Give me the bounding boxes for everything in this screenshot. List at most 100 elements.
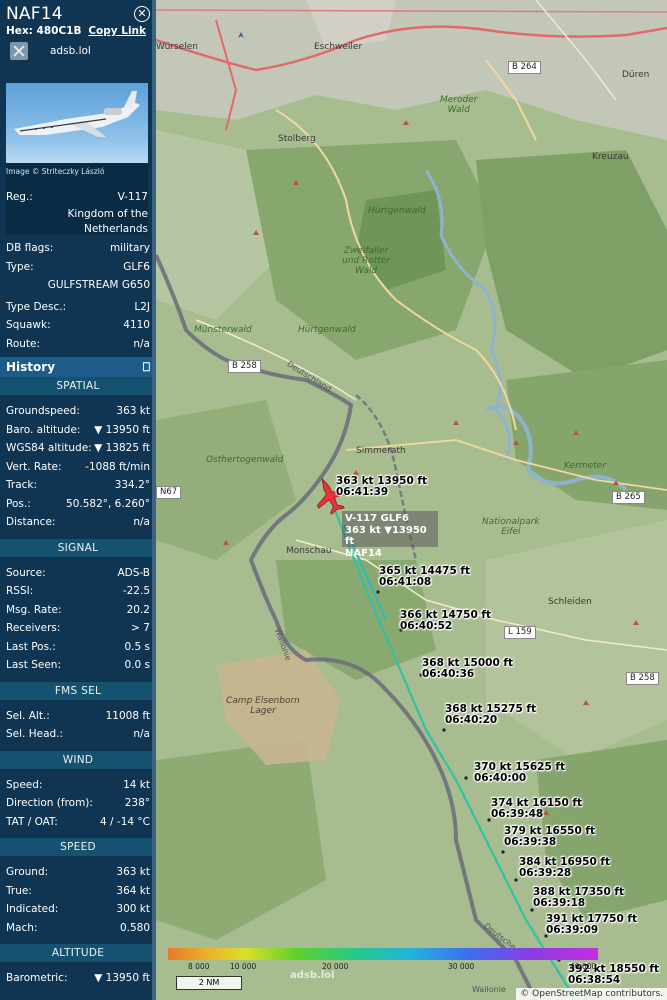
signal-value: -22.5	[122, 585, 150, 597]
speed-label: Indicated:	[6, 903, 59, 915]
speed-value: 300 kt	[116, 903, 150, 915]
dbflags-value: military	[109, 242, 150, 254]
altitude-rows: Barometric: ▼ 13950 ft	[0, 969, 156, 988]
history-toggle[interactable]: History ⎕	[0, 357, 156, 377]
map-attribution[interactable]: © OpenStreetMap contributors.	[516, 988, 667, 1000]
wind-row: Direction (from): 238°	[0, 794, 156, 813]
park-line2: Eifel	[501, 527, 521, 537]
altitude-color-legend	[168, 948, 598, 960]
track-point-label: 366 kt 14750 ft 06:40:52	[400, 610, 491, 632]
legend-tick-label: 30 000	[448, 962, 475, 971]
camp-line1: Camp Elsenborn	[226, 696, 300, 706]
speed-row: Ground: 363 kt	[0, 863, 156, 882]
wind-section-title: WIND	[0, 750, 156, 769]
signal-value: ADS-B	[117, 566, 150, 579]
source-site-link[interactable]: adsb.lol	[50, 45, 91, 57]
road-b258-south: B 258	[626, 672, 659, 685]
fms-row: Sel. Head.: n/a	[0, 725, 156, 744]
signal-label: Msg. Rate:	[6, 603, 62, 616]
hex-code: Hex: 480C1B	[6, 25, 82, 37]
map-scale: 2 NM	[176, 976, 242, 990]
place-schleiden: Schleiden	[548, 597, 592, 607]
spatial-value: n/a	[133, 516, 150, 528]
place-wurselen: Würselen	[156, 42, 198, 52]
signal-section-title: SIGNAL	[0, 538, 156, 557]
squawk-row: Squawk: 4110	[0, 316, 156, 335]
park-line1: Nationalpark	[482, 517, 540, 527]
fms-section-title: FMS SEL	[0, 681, 156, 700]
spatial-row: Groundspeed: 363 kt	[0, 402, 156, 421]
track-point-label: 384 kt 16950 ft 06:39:28	[519, 857, 610, 879]
spatial-value: 334.2°	[114, 479, 150, 491]
signal-label: Last Pos.:	[6, 640, 56, 653]
wind-value: 14 kt	[123, 778, 150, 791]
speed-row: Indicated: 300 kt	[0, 900, 156, 919]
road-b265: B 265	[612, 491, 645, 504]
legend-tick-label: 40 000	[570, 962, 597, 971]
forest-hurtgenwald-1: Hürtgenwald	[368, 206, 426, 216]
spatial-row: Vert. Rate: -1088 ft/min	[0, 458, 156, 477]
wind-value: 4 / -14 °C	[100, 815, 150, 828]
map-view[interactable]: Würselen Eschweiler Düren Stolberg Kreuz…	[156, 0, 667, 1000]
road-n67: N67	[156, 486, 182, 499]
dbflags-label: DB flags:	[6, 242, 54, 254]
panel-header: NAF14 ✕ Hex: 480C1B Copy Link adsb.lol	[0, 0, 156, 60]
route-value: n/a	[133, 337, 150, 350]
type-value: GLF6	[123, 260, 150, 273]
track-point-label: 374 kt 16150 ft 06:39:48	[491, 798, 582, 820]
forest-hurtgenwald-2: Hürtgenwald	[298, 325, 356, 335]
type-name-row: GULFSTREAM G650	[0, 276, 156, 295]
aircraft-photo[interactable]	[6, 83, 148, 163]
track-point-time: 06:39:48	[491, 808, 544, 820]
selected-aircraft-label[interactable]: V-117 GLF6 363 kt ▼13950 ft NAF14	[342, 511, 438, 559]
dbflags-row: DB flags: military	[0, 239, 156, 258]
track-point-time: 06:41:39	[336, 486, 389, 498]
signal-label: RSSI:	[6, 585, 34, 597]
photo-credit: Image © Striteczky László	[6, 167, 105, 176]
spatial-label: Pos.:	[6, 497, 31, 510]
callsign-title: NAF14	[6, 4, 63, 24]
spatial-row: Track: 334.2°	[0, 476, 156, 495]
wind-rows: Speed: 14 kt Direction (from): 238° TAT / OA…	[0, 776, 156, 832]
speed-label: Mach:	[6, 921, 38, 934]
forest-zweifaller: Zweifaller und Rotter Wald	[342, 246, 390, 276]
track-point-label: 365 kt 14475 ft 06:41:08	[379, 566, 470, 588]
place-stolberg: Stolberg	[278, 134, 316, 144]
copy-link[interactable]: Copy Link	[88, 25, 146, 37]
forest-meroder-line1: Meroder	[440, 95, 478, 105]
jet-photo-icon	[14, 91, 140, 137]
close-button[interactable]: ✕	[134, 6, 150, 22]
speed-rows: Ground: 363 kt True: 364 kt Indicated: 300 kt…	[0, 863, 156, 937]
track-point-label: 368 kt 15000 ft 06:40:36	[422, 658, 513, 680]
aircraft-photo-box: Image © Striteczky László Reg.: V-117 Ki…	[6, 83, 148, 235]
track-point-label: 379 kt 16550 ft 06:39:38	[504, 826, 595, 848]
track-point-time: 06:40:52	[400, 620, 453, 632]
track-point-time: 06:39:28	[519, 867, 572, 879]
source-link-row[interactable]: adsb.lol	[6, 42, 150, 60]
selected-label-line2: 363 kt ▼13950 ft	[345, 524, 427, 548]
track-point-time: 06:39:18	[533, 897, 586, 909]
forest-zweifaller-line3: Wald	[354, 266, 378, 276]
track-point-label: 391 kt 17750 ft 06:39:09	[546, 914, 637, 936]
place-simmerath: Simmerath	[356, 446, 406, 456]
spatial-row: Baro. altitude: ▼ 13950 ft	[0, 421, 156, 440]
camp-line2: Lager	[250, 706, 276, 716]
altitude-label: Barometric:	[6, 972, 68, 984]
spatial-value: -1088 ft/min	[85, 460, 150, 473]
selected-label-line3: NAF14	[345, 547, 382, 559]
registration-value: V-117	[117, 191, 148, 203]
history-expand-icon[interactable]: ⎕	[143, 357, 150, 377]
owner-line-1: Kingdom of the	[67, 207, 148, 220]
track-point-label: 368 kt 15275 ft 06:40:20	[445, 704, 536, 726]
wind-label: Direction (from):	[6, 797, 93, 809]
altitude-section-title: ALTITUDE	[0, 944, 156, 962]
spatial-label: Distance:	[6, 516, 56, 528]
place-duren: Düren	[622, 70, 650, 80]
legend-tick-label: 8 000	[188, 962, 210, 971]
place-camp-elsenborn: Camp Elsenborn Lager	[226, 696, 300, 716]
spatial-label: Vert. Rate:	[6, 460, 62, 473]
road-b258-north: B 258	[228, 360, 261, 373]
spatial-section-title: SPATIAL	[0, 377, 156, 395]
signal-label: Last Seen:	[6, 659, 61, 671]
typedesc-value: L2J	[134, 300, 150, 313]
